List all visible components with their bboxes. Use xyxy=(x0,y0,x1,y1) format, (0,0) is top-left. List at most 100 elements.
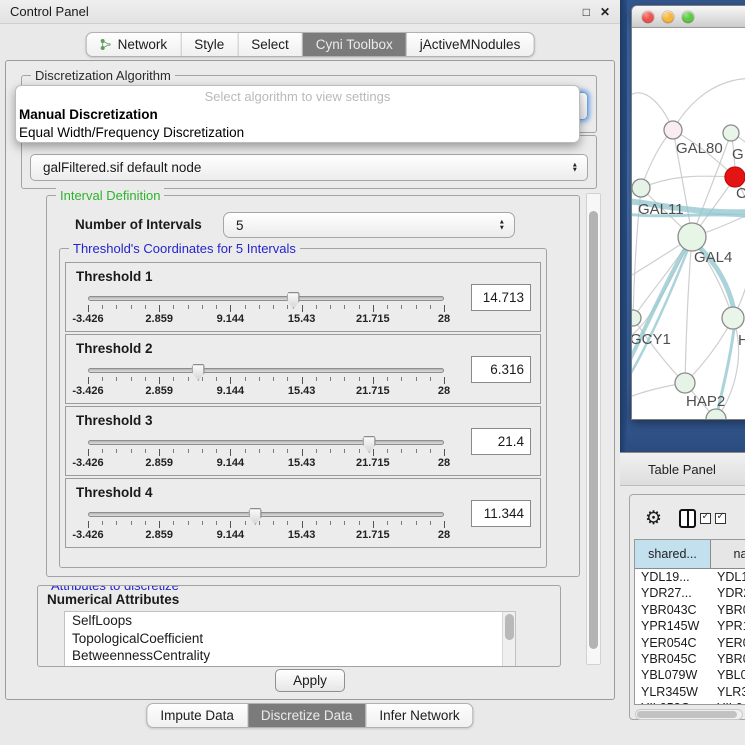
slider-tick xyxy=(302,305,303,312)
algorithm-option-manual-discretization[interactable]: Manual Discretization xyxy=(16,106,579,124)
table-data-group: Table Data galFiltered.sif default node … xyxy=(21,135,597,189)
numerical-attributes-list[interactable]: SelfLoopsTopologicalCoefficientBetweenne… xyxy=(64,611,516,667)
gcy1-node[interactable] xyxy=(632,310,641,326)
table-cell: YBR0 xyxy=(711,602,745,618)
scale-label: 15.43 xyxy=(288,529,316,541)
table-row[interactable]: YBL079WYBL0 xyxy=(635,667,745,683)
table-row[interactable]: YBR043CYBR0 xyxy=(635,602,745,618)
h-node[interactable] xyxy=(722,307,744,329)
close-panel-icon[interactable]: ✕ xyxy=(600,5,610,19)
scale-label: 9.144 xyxy=(217,529,245,541)
table-cell: YIL052C xyxy=(635,700,711,705)
node-table[interactable]: shared...na YDL19...YDL1YDR27...YDR2YBR0… xyxy=(634,539,745,705)
gal4-node[interactable] xyxy=(678,223,706,251)
g-node[interactable] xyxy=(723,125,739,141)
table-row[interactable]: YER054CYER0 xyxy=(635,635,745,651)
table-row[interactable]: YIL052CYIL0 xyxy=(635,700,745,705)
tab-infer-network[interactable]: Infer Network xyxy=(366,704,472,727)
slider-tick xyxy=(230,305,231,312)
algorithm-placeholder-item[interactable]: Select algorithm to view settings xyxy=(16,88,579,106)
attribute-item-betweennesscentrality[interactable]: BetweennessCentrality xyxy=(65,647,515,665)
float-panel-icon[interactable]: □ xyxy=(583,5,590,19)
threshold-value-input[interactable]: 21.4 xyxy=(471,428,531,455)
network-canvas[interactable]: GAL80G.CGAL11GAL4GCY1HHAP2 xyxy=(632,28,745,420)
tab-network[interactable]: Network xyxy=(87,33,182,56)
slider-tick xyxy=(287,305,288,309)
scrollbar-thumb[interactable] xyxy=(637,711,737,718)
checkbox-icon[interactable] xyxy=(715,513,726,524)
slider-tick xyxy=(131,521,132,525)
column-header-na[interactable]: na xyxy=(711,540,745,568)
scrollbar-thumb[interactable] xyxy=(589,211,598,649)
tab-style[interactable]: Style xyxy=(181,33,238,56)
tab-jactivemnodules[interactable]: jActiveMNodules xyxy=(407,33,534,56)
algorithm-option-equal-width-frequency-discretization[interactable]: Equal Width/Frequency Discretization xyxy=(16,124,579,142)
scrollbar-thumb[interactable] xyxy=(505,614,514,640)
attribute-item-selfloops[interactable]: SelfLoops xyxy=(65,612,515,630)
slider-tick xyxy=(159,521,160,528)
attribute-item-topologicalcoefficient[interactable]: TopologicalCoefficient xyxy=(65,630,515,648)
slider-tick xyxy=(316,305,317,309)
minimize-button[interactable] xyxy=(662,11,674,23)
threshold-value-input[interactable]: 14.713 xyxy=(471,284,531,311)
table-row[interactable]: YDR27...YDR2 xyxy=(635,585,745,601)
red-node[interactable] xyxy=(725,167,745,187)
main-vertical-scrollbar[interactable] xyxy=(586,193,601,665)
network-graph[interactable]: GAL80G.CGAL11GAL4GCY1HHAP2 xyxy=(632,28,745,420)
slider-scale: -3.4262.8599.14415.4321.71528 xyxy=(88,457,444,470)
scale-label: 21.715 xyxy=(356,457,390,469)
hap2-node[interactable] xyxy=(675,373,695,393)
slider-tick xyxy=(245,521,246,525)
network-edge[interactable] xyxy=(641,176,735,188)
column-header-shared-[interactable]: shared... xyxy=(635,540,711,568)
table-row[interactable]: YDL19...YDL1 xyxy=(635,569,745,585)
network-edge[interactable] xyxy=(685,237,692,383)
columns-icon[interactable] xyxy=(679,509,696,528)
number-of-intervals-value: 5 xyxy=(224,213,514,238)
close-button[interactable] xyxy=(642,11,654,23)
network-edge[interactable] xyxy=(673,78,745,130)
right-panel: GAL80G.CGAL11GAL4GCY1HHAP2 Table Panel ⚙… xyxy=(620,0,745,745)
table-horizontal-scrollbar[interactable] xyxy=(635,709,743,720)
number-of-intervals-combobox[interactable]: 5 ▲▼ xyxy=(223,212,515,238)
slider-tick xyxy=(102,521,103,525)
threshold-slider[interactable]: -3.4262.8599.14415.4321.71528 xyxy=(88,364,444,400)
gal80-node[interactable] xyxy=(664,121,682,139)
thresholds-group-title: Threshold's Coordinates for 5 Intervals xyxy=(69,241,300,256)
slider-tick xyxy=(202,377,203,381)
slider-tick xyxy=(131,305,132,309)
node-label-gal11: GAL11 xyxy=(638,201,684,218)
slider-tick xyxy=(344,305,345,309)
threshold-slider[interactable]: -3.4262.8599.14415.4321.71528 xyxy=(88,508,444,544)
zoom-button[interactable] xyxy=(682,11,694,23)
table-data-combobox[interactable]: galFiltered.sif default node ▲▼ xyxy=(30,154,588,181)
threshold-slider[interactable]: -3.4262.8599.14415.4321.71528 xyxy=(88,436,444,472)
attributes-list-scrollbar[interactable] xyxy=(502,612,515,667)
table-cell: YBR045C xyxy=(635,651,711,667)
threshold-label: Threshold 3 xyxy=(76,413,153,428)
tab-impute-data[interactable]: Impute Data xyxy=(147,704,248,727)
scale-label: 21.715 xyxy=(356,529,390,541)
table-row[interactable]: YLR345WYLR3 xyxy=(635,684,745,700)
network-edge-highlighted[interactable] xyxy=(632,244,690,380)
apply-button[interactable]: Apply xyxy=(275,669,345,692)
table-row[interactable]: YPR145WYPR1 xyxy=(635,618,745,634)
table-panel-title: Table Panel xyxy=(648,462,716,477)
network-edge[interactable] xyxy=(633,318,685,383)
tab-cyni-toolbox[interactable]: Cyni Toolbox xyxy=(303,33,407,56)
slider-tick xyxy=(173,305,174,309)
node-label-g-: G. xyxy=(732,146,745,163)
threshold-slider[interactable]: -3.4262.8599.14415.4321.71528 xyxy=(88,292,444,328)
scale-label: -3.426 xyxy=(72,385,103,397)
gear-icon[interactable]: ⚙ xyxy=(645,507,662,530)
tab-discretize-data[interactable]: Discretize Data xyxy=(248,704,367,727)
checkbox-icon[interactable] xyxy=(700,513,711,524)
threshold-value-input[interactable]: 11.344 xyxy=(471,500,531,527)
gal11-node[interactable] xyxy=(632,179,650,197)
network-window[interactable]: GAL80G.CGAL11GAL4GCY1HHAP2 xyxy=(631,5,745,420)
table-row[interactable]: YBR045CYBR0 xyxy=(635,651,745,667)
scale-label: 9.144 xyxy=(217,457,245,469)
threshold-value-input[interactable]: 6.316 xyxy=(471,356,531,383)
slider-tick xyxy=(344,377,345,381)
tab-select[interactable]: Select xyxy=(238,33,303,56)
